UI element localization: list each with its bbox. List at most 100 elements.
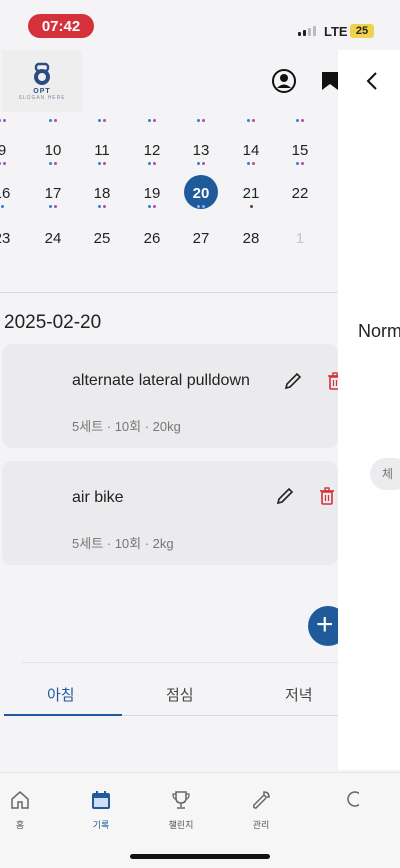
nav-challenge[interactable]: 챌린지	[151, 789, 211, 831]
event-dot	[54, 205, 57, 208]
delete-icon[interactable]	[324, 370, 338, 392]
event-dot	[197, 119, 200, 122]
event-dots	[135, 119, 169, 122]
nav-more[interactable]	[318, 789, 378, 818]
event-dot	[0, 119, 1, 122]
event-dot	[98, 162, 101, 165]
calendar-day[interactable]: 23	[0, 230, 19, 247]
event-dot	[49, 205, 52, 208]
event-dot	[49, 162, 52, 165]
event-dot	[0, 162, 1, 165]
side-panel	[338, 50, 400, 770]
event-dot	[49, 119, 52, 122]
calendar-day[interactable]: 26	[135, 230, 169, 247]
wrench-icon	[252, 791, 270, 809]
event-dot	[301, 119, 304, 122]
event-dots	[184, 205, 218, 208]
workout-name: alternate lateral pulldown	[72, 372, 250, 389]
event-dot	[197, 205, 200, 208]
tab-dinner[interactable]: 저녁	[285, 684, 313, 705]
event-dot	[3, 119, 6, 122]
status-bar: 07:42 LTE 25	[0, 0, 400, 50]
calendar-day[interactable]: 28	[234, 230, 268, 247]
battery-icon: 25	[350, 24, 374, 38]
event-dots	[85, 162, 119, 165]
back-chevron-icon[interactable]	[362, 70, 382, 92]
event-dot	[202, 119, 205, 122]
event-dot	[197, 162, 200, 165]
calendar-day[interactable]: 14	[234, 142, 268, 159]
delete-icon[interactable]	[316, 485, 338, 507]
nav-manage[interactable]: 관리	[231, 789, 291, 831]
side-panel-title: Norm	[358, 321, 400, 341]
add-workout-button[interactable]: +	[308, 606, 338, 646]
calendar-day[interactable]: 10	[36, 142, 70, 159]
nav-records[interactable]: 기록	[71, 789, 131, 831]
signal-icon	[298, 26, 316, 36]
calendar-day[interactable]: 15	[283, 142, 317, 159]
event-dot	[202, 205, 205, 208]
event-dot	[0, 205, 4, 208]
calendar-day[interactable]: 11	[85, 142, 119, 159]
event-dots	[0, 205, 19, 208]
workout-meta: 5세트 · 10회 · 20kg	[72, 419, 181, 434]
selected-date-title: 2025-02-20	[4, 312, 102, 333]
event-dot	[148, 119, 151, 122]
network-label: LTE	[324, 24, 348, 39]
event-dot	[153, 205, 156, 208]
event-dots	[85, 205, 119, 208]
event-dots	[135, 162, 169, 165]
event-dot	[148, 162, 151, 165]
calendar-day[interactable]: 22	[283, 185, 317, 202]
event-dot	[103, 162, 106, 165]
tab-active-indicator	[4, 714, 122, 716]
profile-icon[interactable]	[270, 67, 298, 95]
nav-label: 챌린지	[168, 820, 194, 830]
event-dot	[148, 205, 151, 208]
event-dots	[234, 205, 268, 208]
calendar-day[interactable]: 13	[184, 142, 218, 159]
workout-card[interactable]: alternate lateral pulldown 5세트 · 10회 · 2…	[2, 344, 338, 448]
calendar-day[interactable]: 19	[135, 185, 169, 202]
event-dot	[103, 119, 106, 122]
event-dots	[135, 205, 169, 208]
event-dots	[0, 162, 19, 165]
edit-icon[interactable]	[274, 485, 296, 507]
edit-icon[interactable]	[282, 370, 304, 392]
main-content: 9 10 11 12 13 14 15 16 17 18 19 20 21 22 23 24 25 26 27 28 1…	[0, 112, 338, 772]
event-dots	[234, 119, 268, 122]
bottom-nav: 홈 기록 챌린지 관리	[0, 772, 400, 868]
event-dot	[247, 119, 250, 122]
calendar-day[interactable]: 17	[36, 185, 70, 202]
calendar-day[interactable]: 21	[234, 185, 268, 202]
workout-meta: 5세트 · 10회 · 2kg	[72, 536, 174, 551]
event-dot	[153, 162, 156, 165]
event-dots	[283, 119, 317, 122]
side-panel-chip[interactable]: 체	[370, 458, 400, 490]
event-dot	[98, 205, 101, 208]
calendar-icon	[92, 791, 110, 809]
workout-card[interactable]: air bike 5세트 · 10회 · 2kg	[2, 461, 338, 565]
calendar-day[interactable]: 24	[36, 230, 70, 247]
calendar-day[interactable]: 27	[184, 230, 218, 247]
nav-label: 관리	[252, 820, 270, 830]
calendar-day[interactable]: 18	[85, 185, 119, 202]
calendar-day[interactable]: 20	[184, 185, 218, 202]
event-dots	[283, 162, 317, 165]
tabs-top-divider	[22, 662, 338, 663]
calendar-day[interactable]: 25	[85, 230, 119, 247]
event-dots	[36, 119, 70, 122]
calendar-day[interactable]: 9	[0, 142, 19, 159]
calendar-day[interactable]: 16	[0, 185, 19, 202]
bookmark-icon[interactable]	[320, 70, 338, 92]
nav-label: 기록	[92, 820, 110, 830]
tab-lunch[interactable]: 점심	[166, 684, 194, 705]
status-time: 07:42	[28, 14, 94, 38]
trophy-icon	[172, 791, 190, 809]
event-dot	[249, 205, 253, 208]
nav-home[interactable]: 홈	[0, 789, 50, 831]
calendar-day[interactable]: 12	[135, 142, 169, 159]
calendar-day[interactable]: 1	[283, 230, 317, 247]
tab-breakfast[interactable]: 아침	[47, 684, 75, 705]
kettlebell-logo-icon	[34, 62, 50, 85]
